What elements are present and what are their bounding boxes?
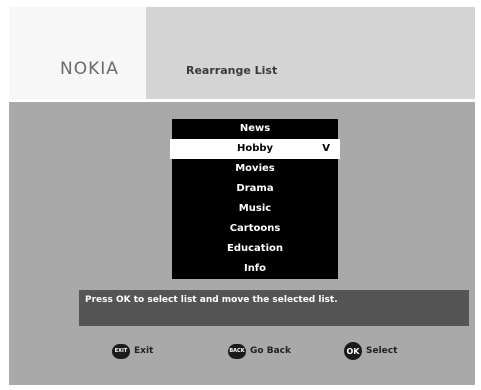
go-back-label: Go Back [250,346,291,356]
ok-key-icon: OK [344,342,362,360]
list-item-education[interactable]: Education [172,239,338,259]
list-item-label: Drama [236,183,274,194]
page-title: Rearrange List [186,64,278,77]
exit-label: Exit [134,346,154,356]
nokia-logo: NOKIA [60,59,119,79]
list-item-label: Cartoons [229,223,281,234]
logo-panel [9,7,146,99]
list-item-news[interactable]: News [172,119,338,139]
select-button[interactable]: OK Select [344,341,397,361]
list-item-label: Info [243,263,267,274]
list-item-movies[interactable]: Movies [172,159,338,179]
go-back-button[interactable]: BACK Go Back [228,341,291,361]
help-message-box: Press OK to select list and move the sel… [79,290,469,326]
list-item-music[interactable]: Music [172,199,338,219]
back-key-icon: BACK [228,343,246,359]
list-item-info[interactable]: Info [172,259,338,279]
list-item-label: Education [227,243,283,254]
tv-screen: NOKIA Rearrange List News Hobby V Movies … [0,0,481,390]
list-item-label: Music [238,203,272,214]
list-item-label: News [239,123,271,134]
header-bar [146,7,475,99]
category-list: News Hobby V Movies Drama Music Cartoons … [170,119,340,279]
list-item-cartoons[interactable]: Cartoons [172,219,338,239]
list-item-hobby[interactable]: Hobby V [170,139,340,159]
exit-key-icon: EXIT [112,343,130,359]
list-item-drama[interactable]: Drama [172,179,338,199]
exit-button[interactable]: EXIT Exit [112,341,153,361]
help-message: Press OK to select list and move the sel… [85,295,338,305]
list-item-label: Movies [235,163,275,174]
selected-mark-icon: V [322,143,330,154]
list-item-label: Hobby [236,143,274,154]
select-label: Select [366,346,398,356]
